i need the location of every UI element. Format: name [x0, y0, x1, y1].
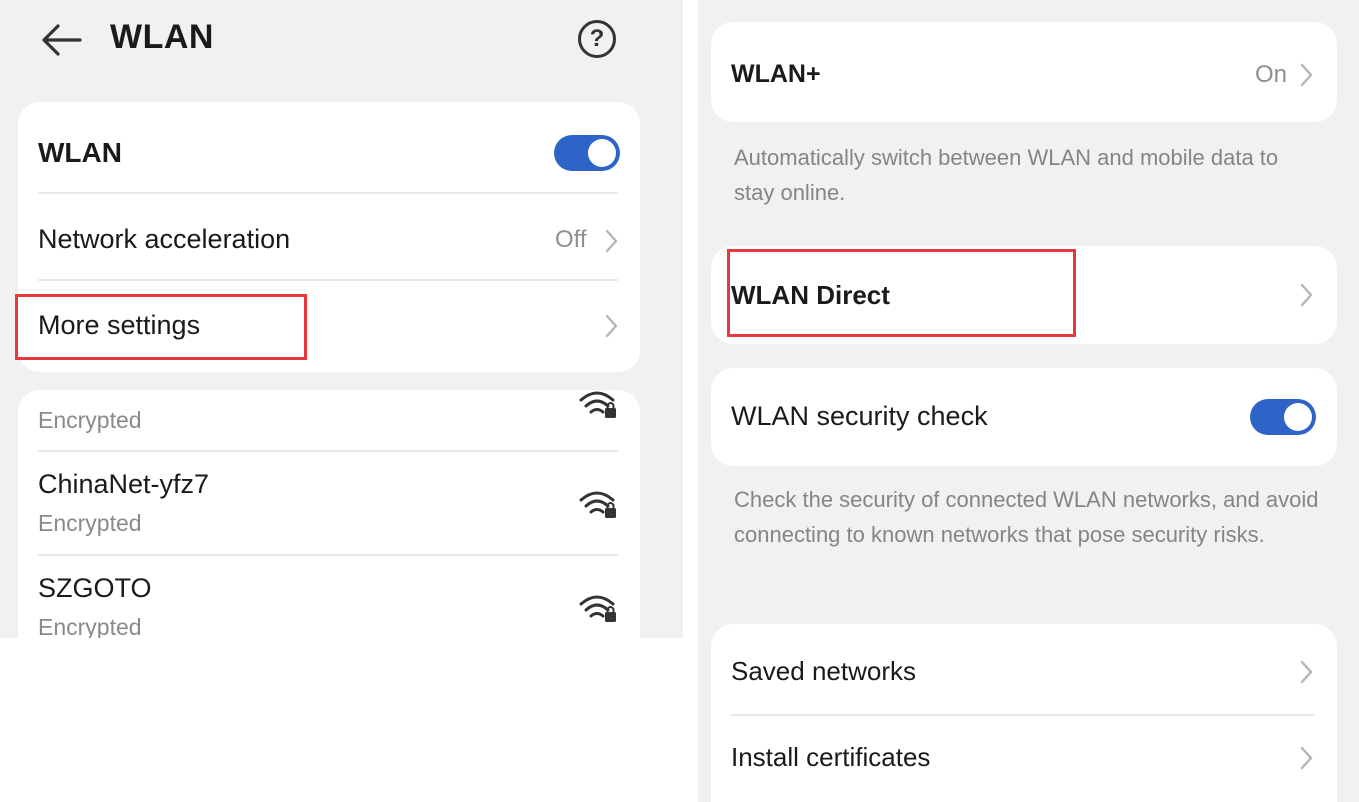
question-circle-icon: ?: [589, 25, 605, 52]
network-name: ChinaNet-yfz7: [38, 469, 210, 499]
wlan-direct-card: WLAN Direct: [711, 246, 1337, 344]
saved-networks-row[interactable]: Saved networks: [711, 624, 1337, 714]
network-name: SZGOTO: [38, 573, 152, 603]
network-list-item[interactable]: Encrypted: [18, 390, 640, 450]
wlan-toggle[interactable]: [554, 135, 620, 171]
wifi-lock-icon: [579, 491, 616, 518]
security-check-row[interactable]: WLAN security check: [711, 368, 1337, 466]
help-button[interactable]: ?: [578, 20, 616, 58]
install-certificates-row[interactable]: Install certificates: [711, 716, 1337, 802]
chevron-right-icon: [1300, 63, 1313, 87]
network-acceleration-row[interactable]: Network acceleration Off: [18, 194, 640, 280]
more-settings-label: More settings: [38, 310, 201, 340]
network-list-item[interactable]: SZGOTO Encrypted: [18, 556, 640, 638]
wlan-direct-row[interactable]: WLAN Direct: [711, 246, 1337, 344]
toggle-knob: [588, 139, 616, 167]
network-list-item[interactable]: ChinaNet-yfz7 Encrypted: [18, 452, 640, 554]
security-check-description: Check the security of connected WLAN net…: [734, 487, 1319, 547]
wlan-main-card: WLAN Network acceleration Off More setti…: [18, 102, 640, 372]
chevron-right-icon: [605, 229, 618, 253]
security-check-toggle[interactable]: [1250, 399, 1316, 435]
network-status: Encrypted: [38, 407, 142, 433]
network-status: Encrypted: [38, 614, 142, 638]
more-settings-screen: WLAN+ On Automatically switch between WL…: [698, 0, 1359, 802]
wlan-plus-row[interactable]: WLAN+ On: [711, 22, 1337, 122]
network-tools-card: Saved networks Install certificates: [711, 624, 1337, 802]
toggle-knob: [1284, 403, 1312, 431]
arrow-left-icon: [42, 24, 82, 56]
wlan-plus-label: WLAN+: [731, 60, 821, 88]
wlan-plus-description: Automatically switch between WLAN and mo…: [734, 145, 1279, 205]
security-check-label: WLAN security check: [731, 401, 988, 431]
chevron-right-icon: [1300, 660, 1313, 684]
page-title: WLAN: [110, 18, 214, 56]
top-app-bar: WLAN ?: [0, 0, 683, 82]
network-status: Encrypted: [38, 510, 142, 536]
wlan-label: WLAN: [38, 137, 122, 168]
wlan-plus-value: On: [1255, 61, 1288, 88]
saved-networks-label: Saved networks: [731, 656, 916, 686]
chevron-right-icon: [1300, 283, 1313, 307]
more-settings-row[interactable]: More settings: [18, 281, 640, 371]
install-certificates-label: Install certificates: [731, 742, 931, 772]
network-acceleration-value: Off: [555, 226, 587, 253]
wlan-toggle-row[interactable]: WLAN: [18, 102, 640, 192]
wlan-direct-label: WLAN Direct: [731, 280, 890, 310]
security-check-card: WLAN security check: [711, 368, 1337, 466]
network-acceleration-label: Network acceleration: [38, 224, 291, 254]
wifi-lock-icon: [579, 595, 616, 622]
chevron-right-icon: [1300, 746, 1313, 770]
back-button[interactable]: [40, 22, 82, 58]
chevron-right-icon: [605, 314, 618, 338]
available-networks-card: Encrypted ChinaNet-yfz7 Encrypted SZGOTO…: [18, 390, 640, 638]
wlan-plus-card: WLAN+ On: [711, 22, 1337, 122]
wifi-lock-icon: [579, 391, 616, 418]
wlan-settings-screen: WLAN ? WLAN Network acceleration Off Mor…: [0, 0, 683, 638]
